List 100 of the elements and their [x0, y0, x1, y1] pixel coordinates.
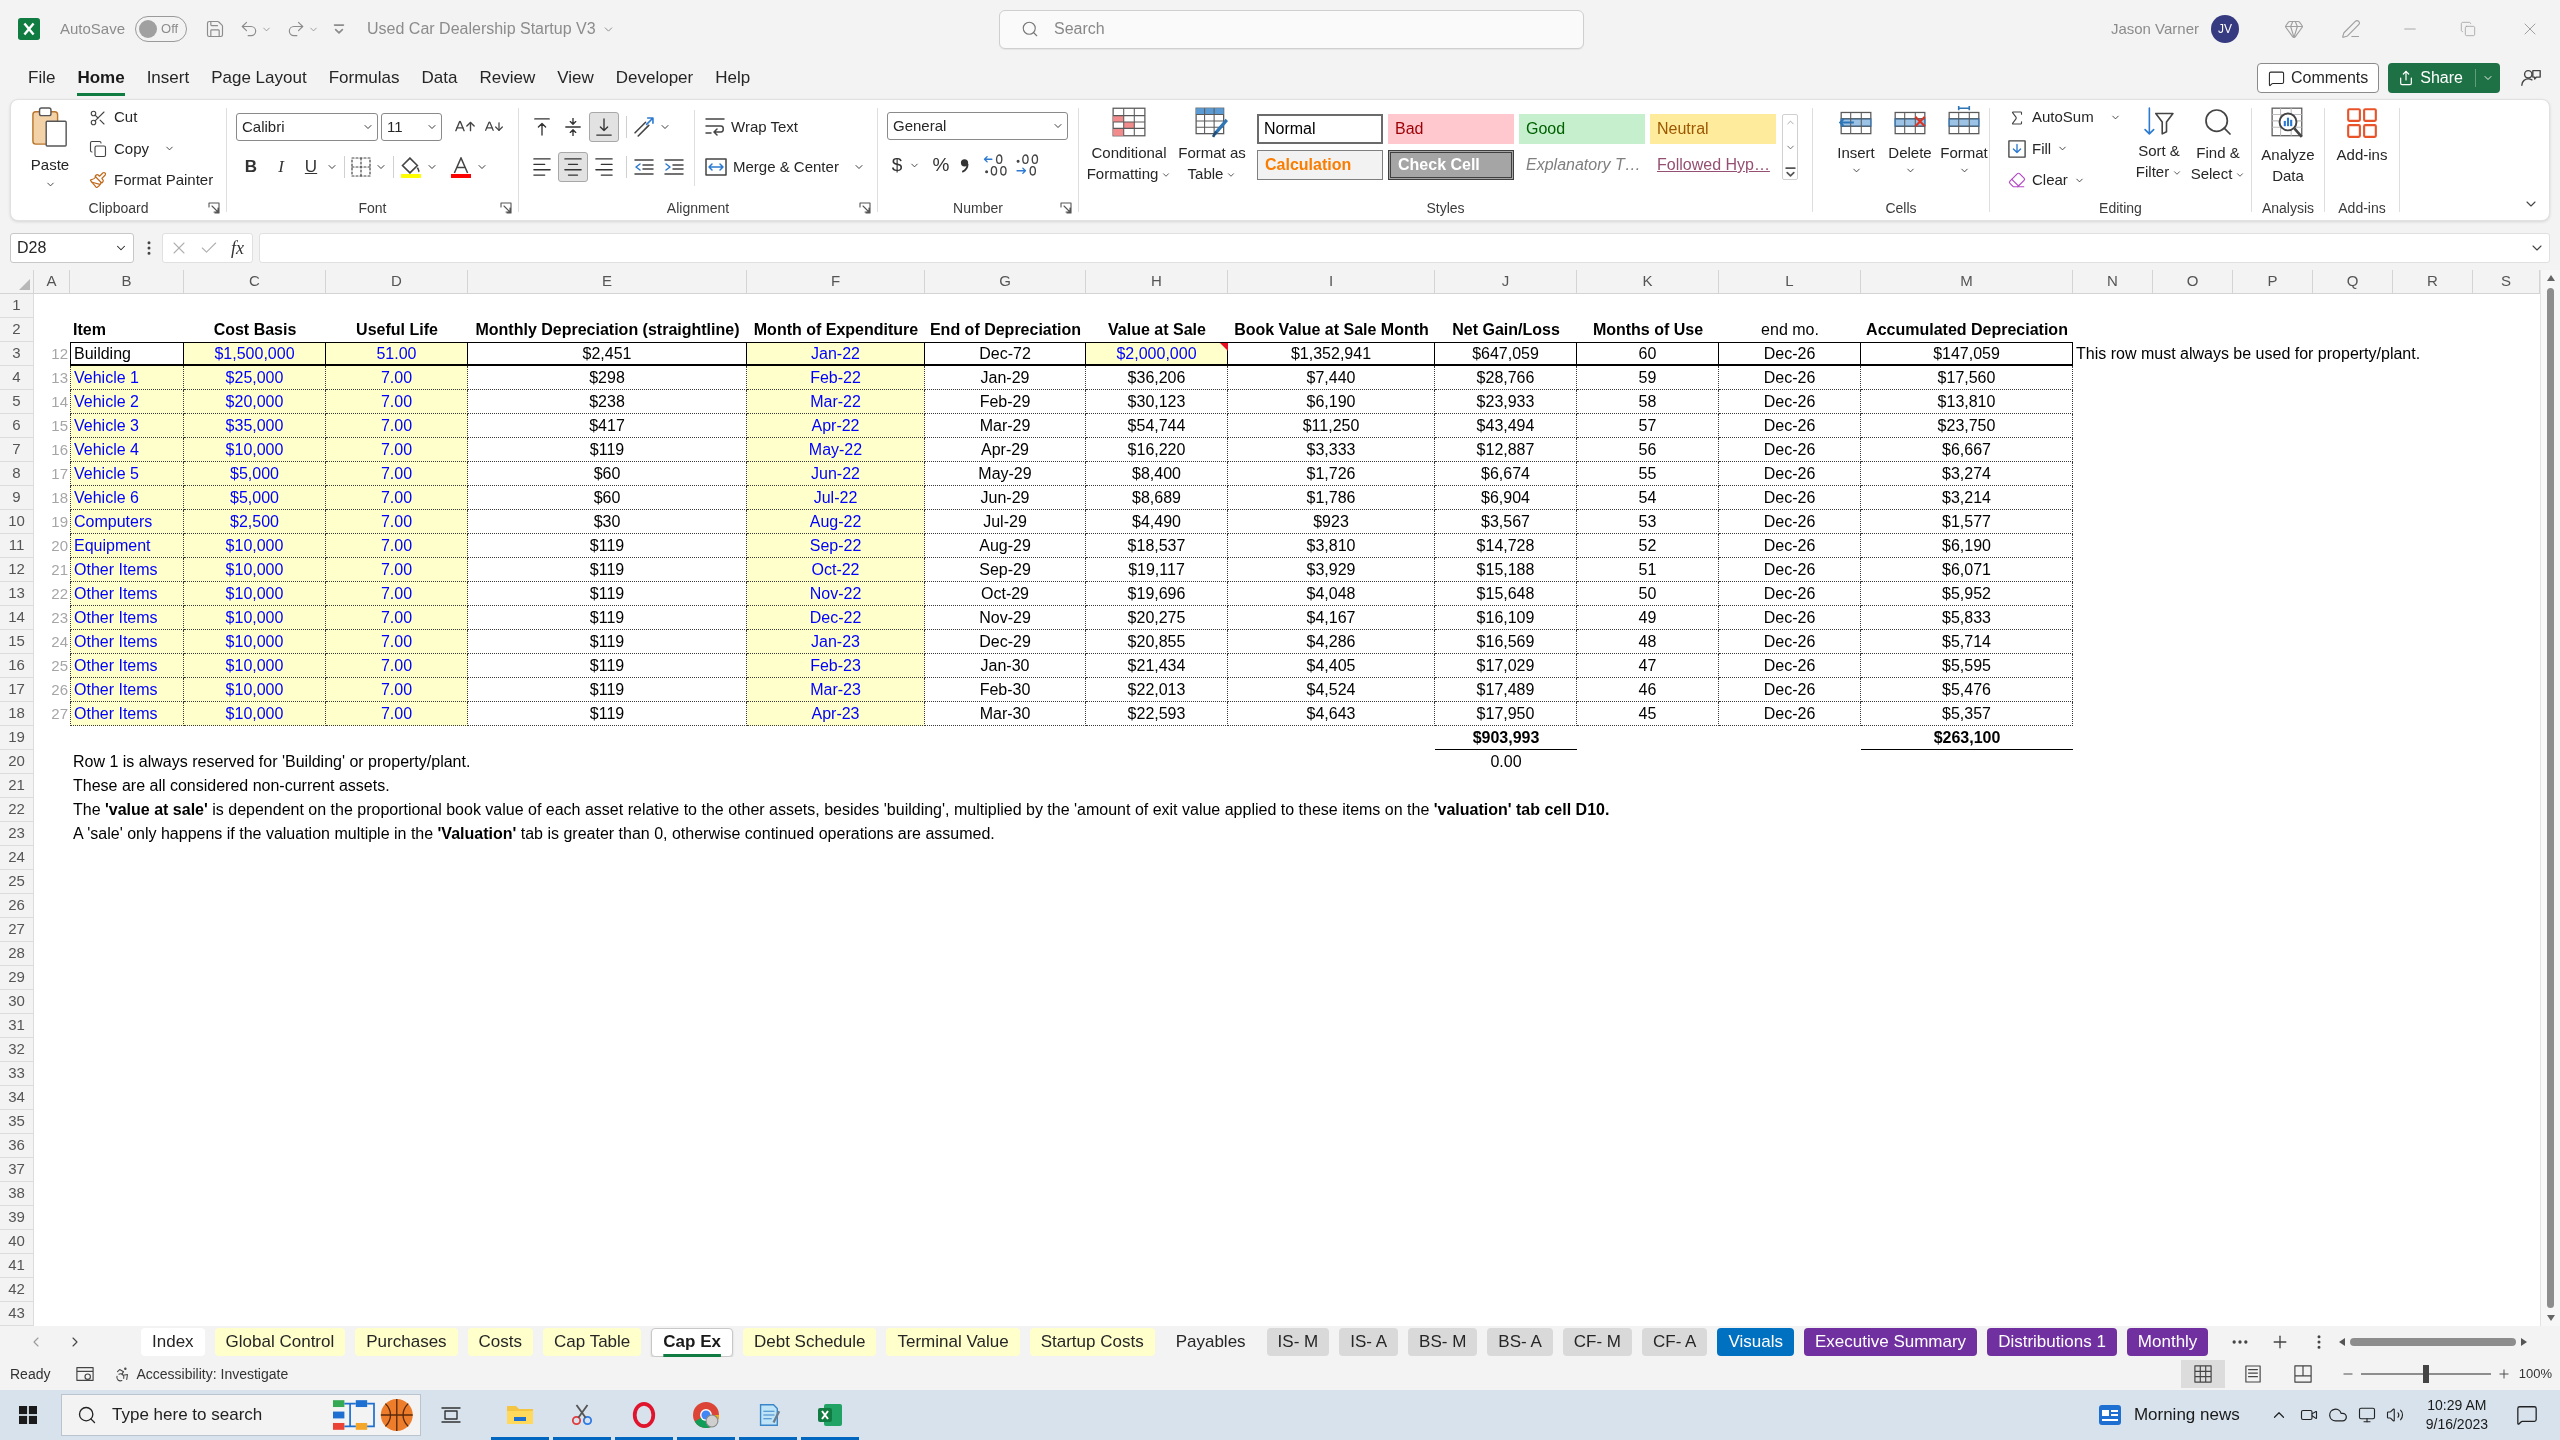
column-letter-header[interactable]: D [326, 270, 468, 293]
sheet-tab[interactable]: Purchases [355, 1328, 458, 1356]
row-header[interactable]: 21 [0, 774, 34, 798]
row-header[interactable]: 30 [0, 990, 34, 1014]
row-header[interactable]: 39 [0, 1206, 34, 1230]
wrap-text-button[interactable]: Wrap Text [705, 112, 865, 142]
row-header[interactable]: 3 [0, 342, 34, 366]
zoom-slider-thumb[interactable] [2422, 1365, 2429, 1383]
scroll-thumb[interactable] [2350, 1338, 2516, 1346]
copy-button[interactable]: Copy [89, 133, 214, 165]
paste-button[interactable]: Paste [11, 100, 89, 196]
menu-tab[interactable]: Data [421, 60, 458, 96]
cut-button[interactable]: Cut [89, 102, 214, 134]
column-letter-header[interactable]: E [468, 270, 747, 293]
row-header[interactable]: 25 [0, 870, 34, 894]
news-button[interactable]: Morning news [2097, 1395, 2240, 1435]
menu-tab[interactable]: Page Layout [211, 60, 307, 96]
insert-function-button[interactable]: fx [229, 234, 246, 262]
text-orientation-icon[interactable] [634, 117, 654, 137]
customize-toolbar-icon[interactable] [333, 24, 346, 34]
row-header[interactable]: 12 [0, 558, 34, 582]
menu-tab[interactable]: Formulas [328, 60, 400, 96]
dialog-launcher-icon[interactable] [859, 202, 871, 214]
row-header[interactable]: 11 [0, 534, 34, 558]
sheet-tab[interactable]: Payables [1164, 1328, 1257, 1356]
sheet-tab[interactable]: IS- M [1266, 1328, 1330, 1356]
row-header[interactable]: 20 [0, 750, 34, 774]
column-letter-header[interactable]: A [34, 270, 70, 293]
row-header[interactable]: 13 [0, 582, 34, 606]
row-header[interactable]: 42 [0, 1278, 34, 1302]
sort-filter-button[interactable]: Sort & Filter [2130, 100, 2188, 196]
scroll-thumb[interactable] [2547, 288, 2554, 1308]
sheet-tab[interactable]: BS- M [1408, 1328, 1478, 1356]
column-letter-header[interactable]: K [1577, 270, 1719, 293]
sheet-tab[interactable]: Distributions 1 [1987, 1328, 2117, 1356]
sheet-tab[interactable]: Terminal Value [886, 1328, 1020, 1356]
macro-record-icon[interactable] [76, 1366, 95, 1382]
column-letter-header[interactable]: R [2393, 270, 2473, 293]
dialog-launcher-icon[interactable] [1060, 202, 1072, 214]
column-letter-header[interactable]: F [747, 270, 925, 293]
number-format-field[interactable]: General [887, 112, 1068, 140]
search-field[interactable]: Search [999, 9, 1584, 49]
sheet-tab[interactable]: Cap Table [543, 1328, 642, 1356]
row-header[interactable]: 32 [0, 1038, 34, 1062]
clock[interactable]: 10:29 AM 9/16/2023 [2425, 1396, 2488, 1434]
row-header[interactable]: 18 [0, 702, 34, 726]
font-size-field[interactable]: 11 [381, 113, 442, 141]
percent-style-button[interactable]: % [930, 150, 952, 180]
view-button[interactable] [2180, 1360, 2225, 1388]
cells-button[interactable]: Insert [1829, 100, 1883, 196]
column-letter-header[interactable]: O [2153, 270, 2233, 293]
speaker-icon[interactable] [2385, 1406, 2404, 1424]
font-style-button[interactable]: B [236, 153, 266, 181]
scroll-right-icon[interactable] [2520, 1337, 2528, 1347]
row-header[interactable]: 16 [0, 654, 34, 678]
row-header[interactable]: 26 [0, 894, 34, 918]
row-header[interactable]: 5 [0, 390, 34, 414]
cell-style-option[interactable]: Normal [1257, 114, 1383, 144]
cell-style-option[interactable]: Bad [1388, 114, 1514, 144]
row-header[interactable]: 15 [0, 630, 34, 654]
row-header[interactable]: 34 [0, 1086, 34, 1110]
user-avatar[interactable]: JV [2211, 15, 2239, 43]
sheet-tab[interactable]: Index [141, 1328, 205, 1356]
sheet-tab[interactable]: IS- A [1339, 1328, 1399, 1356]
row-header[interactable]: 10 [0, 510, 34, 534]
column-letter-header[interactable]: L [1719, 270, 1861, 293]
sheet-tab[interactable]: CF- A [1642, 1328, 1708, 1356]
decrease-decimal-icon[interactable] [1015, 154, 1039, 176]
row-header[interactable]: 1 [0, 294, 34, 318]
menu-tab[interactable]: Home [77, 60, 125, 96]
font-style-button[interactable]: U [296, 153, 326, 181]
taskbar-search-field[interactable]: Type here to search [61, 1394, 421, 1436]
sheet-tab[interactable]: Monthly [2126, 1328, 2209, 1356]
row-header[interactable]: 40 [0, 1230, 34, 1254]
sheet-tab[interactable]: Cap Ex [651, 1327, 733, 1357]
column-letter-header[interactable]: G [925, 270, 1086, 293]
font-style-button[interactable]: I [266, 153, 296, 181]
row-header[interactable]: 38 [0, 1182, 34, 1206]
column-letter-header[interactable]: P [2233, 270, 2313, 293]
column-letter-header[interactable]: M [1861, 270, 2073, 293]
menu-tab[interactable]: File [28, 60, 56, 96]
formula-input[interactable] [259, 233, 2550, 263]
column-letter-header[interactable]: J [1435, 270, 1577, 293]
cell-style-option[interactable]: Good [1519, 114, 1645, 144]
merge-center-button[interactable]: Merge & Center [705, 152, 865, 182]
notifications-icon[interactable] [2516, 1404, 2538, 1426]
row-header[interactable]: 35 [0, 1110, 34, 1134]
row-header[interactable]: 23 [0, 822, 34, 846]
increase-indent-icon[interactable] [664, 158, 684, 176]
menu-tab[interactable]: View [557, 60, 594, 96]
share-button[interactable]: Share [2388, 63, 2500, 93]
comma-style-icon[interactable] [960, 157, 969, 173]
row-header[interactable]: 7 [0, 438, 34, 462]
add-ins-button[interactable]: Add-ins [2329, 100, 2395, 196]
row-header[interactable]: 19 [0, 726, 34, 750]
sheet-tab[interactable]: Startup Costs [1029, 1328, 1155, 1356]
sheet-tab[interactable]: CF- M [1562, 1328, 1632, 1356]
dialog-launcher-icon[interactable] [208, 202, 220, 214]
currency-format-button[interactable]: $ [887, 150, 907, 180]
row-header[interactable]: 28 [0, 942, 34, 966]
